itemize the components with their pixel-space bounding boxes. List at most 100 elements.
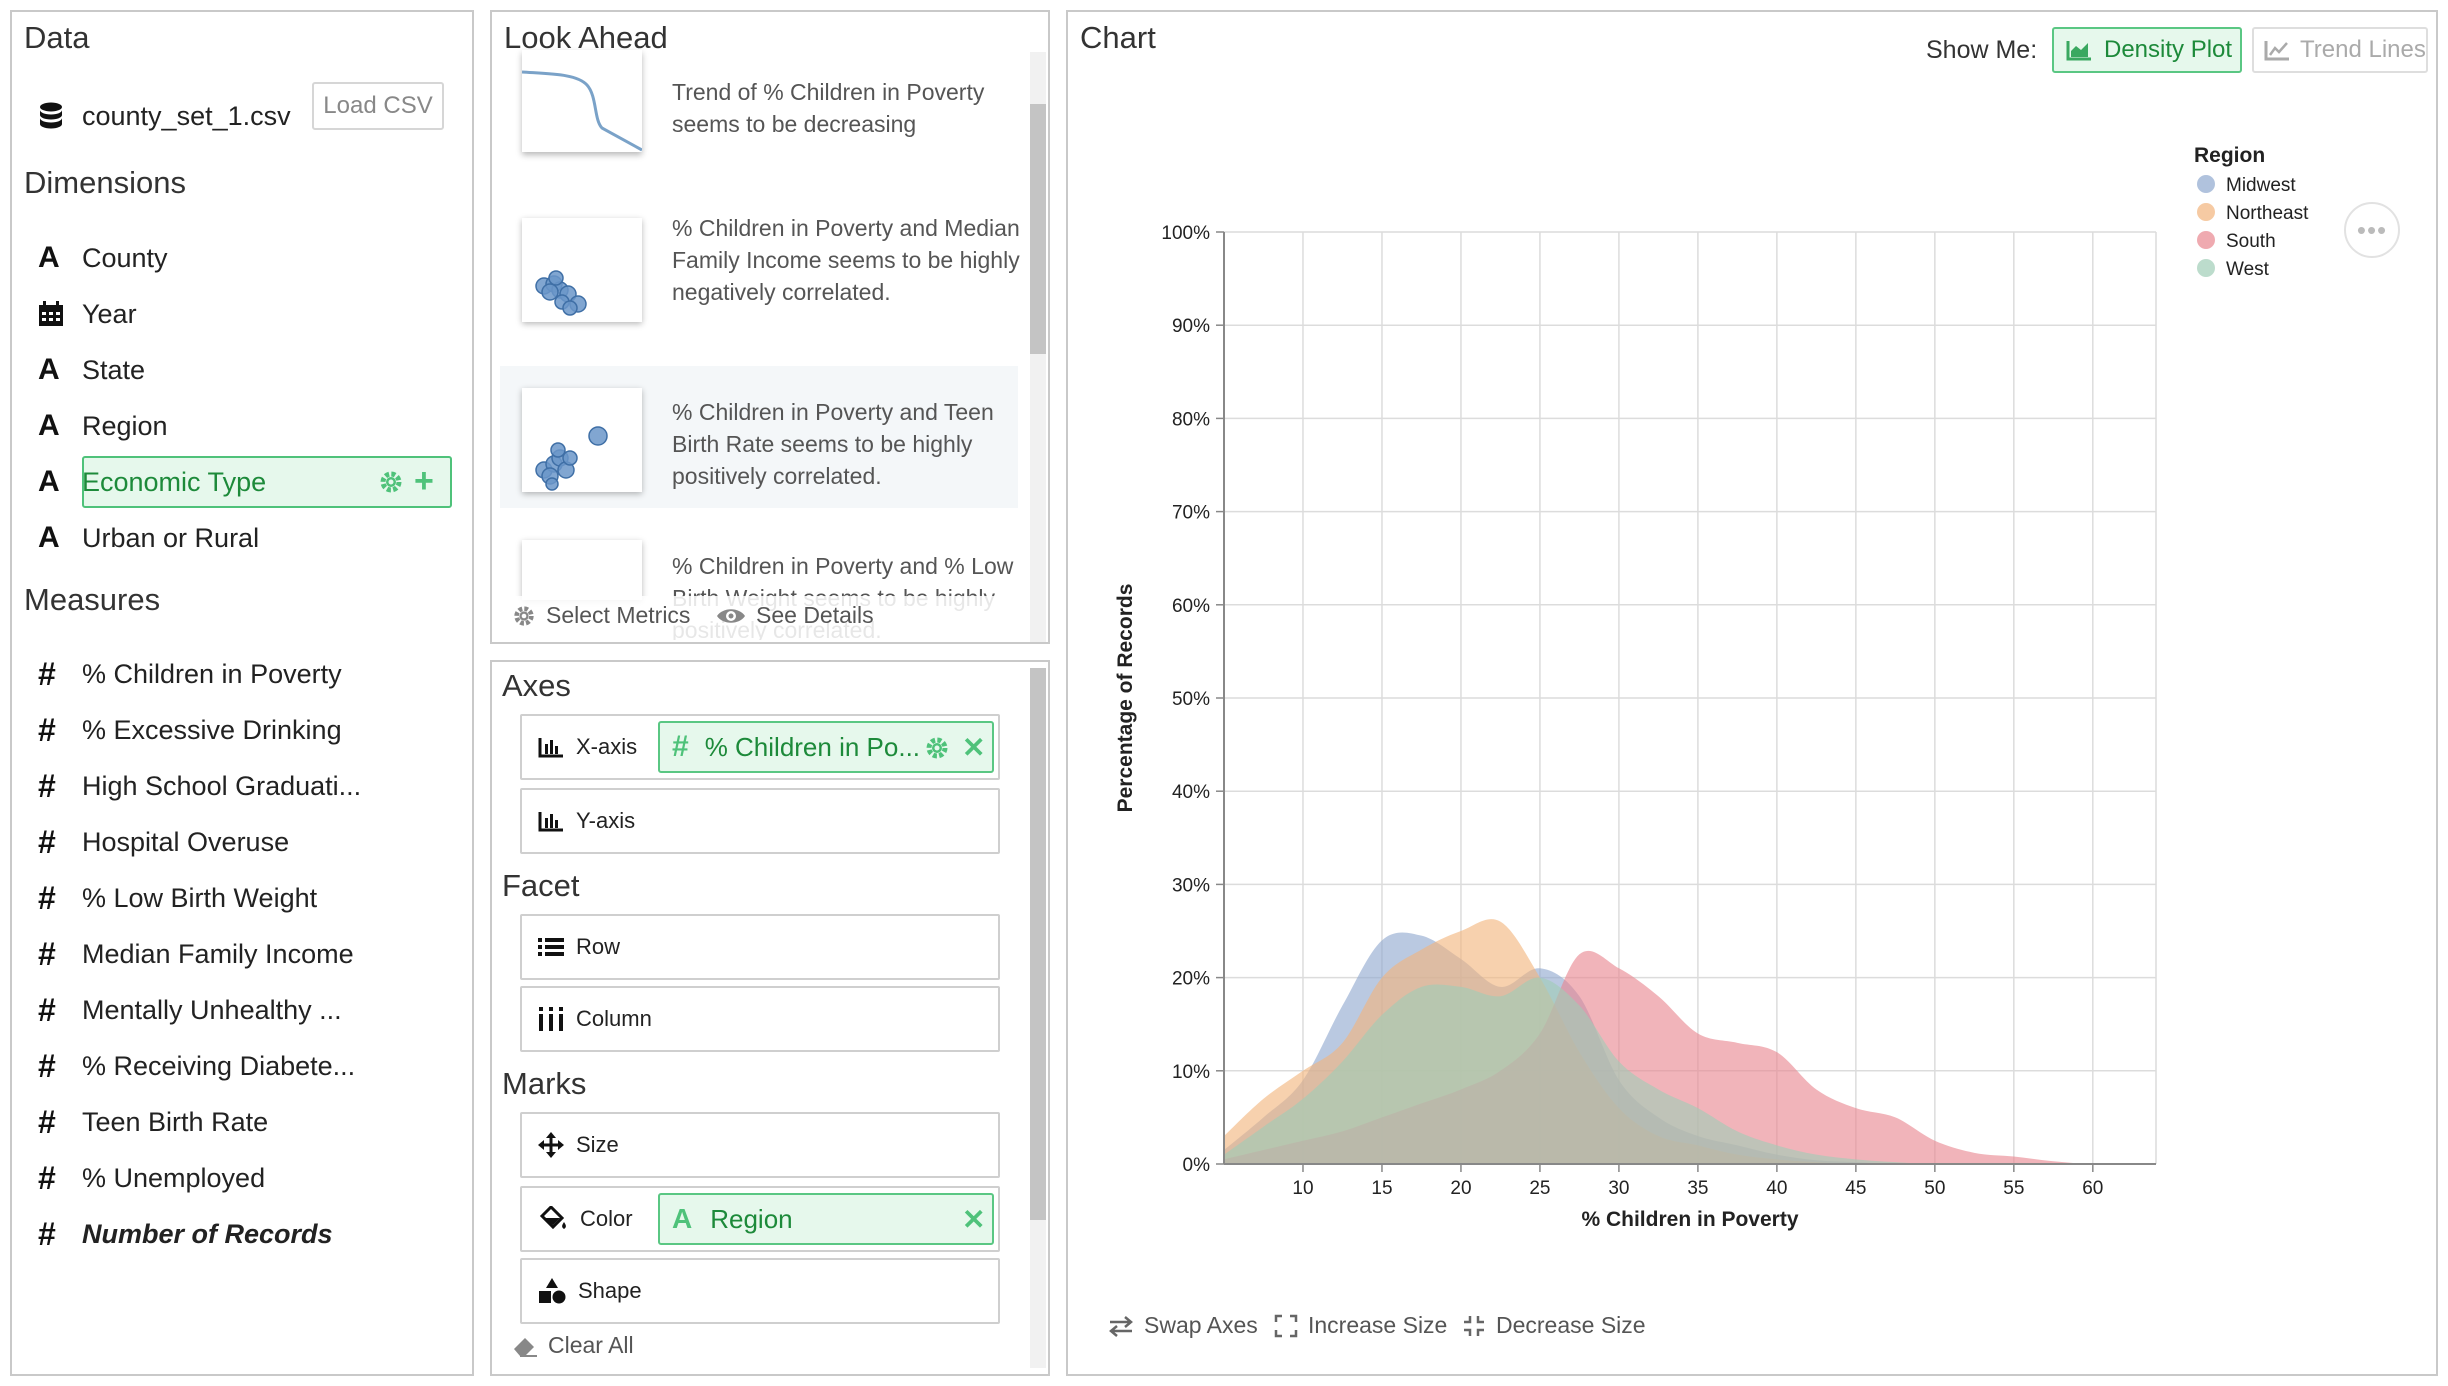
- chart-panel-title: Chart: [1080, 20, 1156, 55]
- axes-heading: Axes: [502, 668, 571, 703]
- measure-item[interactable]: # Mentally Unhealthy ...: [38, 986, 342, 1034]
- legend-title: Region: [2194, 144, 2265, 167]
- dimension-label: State: [82, 354, 146, 385]
- bar-chart-icon: [538, 738, 563, 758]
- measure-item[interactable]: # Median Family Income: [38, 930, 354, 978]
- y-tick-label: 70%: [1172, 503, 1210, 524]
- gear-icon[interactable]: [378, 469, 404, 502]
- legend-swatch: [2197, 259, 2215, 277]
- color-field-label: Region: [710, 1203, 793, 1234]
- remove-icon[interactable]: ✕: [962, 731, 985, 764]
- paint-bucket-icon: [539, 1206, 566, 1230]
- increase-size-button[interactable]: Increase Size: [1274, 1312, 1447, 1339]
- clear-all-label: Clear All: [548, 1332, 634, 1358]
- row-shelf[interactable]: Row: [520, 914, 1000, 980]
- y-tick-label: 90%: [1172, 316, 1210, 337]
- text-type-icon: A: [38, 241, 60, 274]
- y-axis-label: Y-axis: [576, 808, 636, 833]
- scatter-thumbnail: [522, 218, 642, 322]
- y-tick-label: 10%: [1172, 1062, 1210, 1083]
- expand-icon: [1274, 1314, 1298, 1337]
- dimension-label: Economic Type: [82, 466, 267, 497]
- measure-item[interactable]: # Hospital Overuse: [38, 818, 289, 866]
- text-type-icon: A: [38, 353, 60, 386]
- measure-label: % Receiving Diabete...: [82, 1050, 356, 1081]
- scrollbar-thumb[interactable]: [1030, 104, 1046, 354]
- data-panel: Data county_set_1.csv Load CSV Dimension…: [10, 10, 474, 1376]
- decrease-size-button[interactable]: Decrease Size: [1462, 1312, 1646, 1339]
- marks-heading: Marks: [502, 1066, 587, 1101]
- number-type-icon: #: [672, 730, 689, 763]
- y-axis-title: Percentage of Records: [1114, 584, 1137, 813]
- file-name: county_set_1.csv: [82, 100, 291, 131]
- measure-item-number-of-records[interactable]: # Number of Records: [38, 1210, 333, 1258]
- shapes-icon: [539, 1278, 566, 1304]
- see-details-button[interactable]: See Details: [716, 602, 874, 629]
- y-tick-label: 40%: [1172, 782, 1210, 803]
- shape-shelf[interactable]: Shape: [520, 1258, 1000, 1324]
- measure-label: Number of Records: [82, 1218, 333, 1249]
- remove-icon[interactable]: ✕: [962, 1203, 985, 1236]
- column-shelf[interactable]: Column: [520, 986, 1000, 1052]
- dimension-item-year[interactable]: Year: [38, 290, 137, 338]
- dimension-item-region[interactable]: A Region: [38, 402, 168, 450]
- number-type-icon: #: [38, 767, 56, 804]
- y-axis-shelf[interactable]: Y-axis: [520, 788, 1000, 854]
- shape-label: Shape: [578, 1278, 642, 1303]
- measure-item[interactable]: # % Excessive Drinking: [38, 706, 342, 754]
- add-icon[interactable]: +: [414, 462, 434, 501]
- dimension-item-state[interactable]: A State: [38, 346, 145, 394]
- measure-label: % Unemployed: [82, 1162, 266, 1193]
- column-label: Column: [576, 1006, 652, 1031]
- x-axis-field-pill[interactable]: # % Children in Po... ✕: [658, 721, 994, 773]
- measure-item[interactable]: # % Receiving Diabete...: [38, 1042, 355, 1090]
- scatter-thumbnail: [522, 388, 642, 492]
- measure-label: % Children in Poverty: [82, 658, 342, 689]
- x-tick-label: 55: [2003, 1178, 2024, 1199]
- color-label: Color: [580, 1206, 633, 1231]
- size-shelf[interactable]: Size: [520, 1112, 1000, 1178]
- density-chart: 0% 10% 20% 30% 40% 50% 60% 70% 80% 90% 100% 10 15 20 2…: [1114, 144, 2309, 1231]
- x-axis-field-label: % Children in Po...: [704, 731, 921, 762]
- x-tick-label: 15: [1371, 1178, 1392, 1199]
- measure-item[interactable]: # % Low Birth Weight: [38, 874, 317, 922]
- measure-item[interactable]: # Teen Birth Rate: [38, 1098, 268, 1146]
- move-arrows-icon: [538, 1132, 564, 1158]
- legend-swatch: [2197, 175, 2215, 193]
- clear-all-button[interactable]: Clear All: [512, 1332, 634, 1359]
- area-chart-icon: [2066, 41, 2091, 61]
- trend-lines-button[interactable]: Trend Lines: [2252, 27, 2428, 73]
- scrollbar-thumb[interactable]: [1030, 668, 1046, 1220]
- dimension-item-economic-type[interactable]: A Economic Type +: [38, 458, 452, 506]
- y-tick-label: 30%: [1172, 875, 1210, 896]
- dimension-item-urban-or-rural[interactable]: A Urban or Rural: [38, 514, 259, 562]
- text-type-icon: A: [672, 1203, 693, 1234]
- legend-swatch: [2197, 231, 2215, 249]
- measure-item[interactable]: # High School Graduati...: [38, 762, 361, 810]
- measure-item[interactable]: # % Unemployed: [38, 1154, 265, 1202]
- measure-item[interactable]: # % Children in Poverty: [38, 650, 342, 698]
- x-tick-label: 20: [1450, 1178, 1471, 1199]
- increase-size-label: Increase Size: [1308, 1312, 1448, 1338]
- swap-axes-button[interactable]: Swap Axes: [1108, 1312, 1258, 1339]
- x-tick-label: 30: [1608, 1178, 1629, 1199]
- decrease-size-label: Decrease Size: [1496, 1312, 1646, 1338]
- dimension-item-county[interactable]: A County: [38, 234, 168, 282]
- x-tick-label: 10: [1292, 1178, 1313, 1199]
- gear-icon[interactable]: [924, 735, 950, 768]
- x-tick-label: 60: [2082, 1178, 2103, 1199]
- density-plot-label: Density Plot: [2104, 36, 2233, 63]
- density-plot-button[interactable]: Density Plot: [2052, 27, 2242, 73]
- select-metrics-button[interactable]: Select Metrics: [512, 602, 690, 629]
- trend-thumbnail: [521, 50, 643, 152]
- number-type-icon: #: [38, 1103, 56, 1140]
- dimension-label: County: [82, 242, 168, 273]
- x-axis-label: X-axis: [576, 734, 638, 759]
- measure-label: % Excessive Drinking: [82, 714, 342, 745]
- text-type-icon: A: [38, 465, 60, 498]
- measure-label: % Low Birth Weight: [82, 882, 318, 913]
- load-csv-button[interactable]: Load CSV: [312, 82, 444, 130]
- number-type-icon: #: [38, 1215, 56, 1252]
- color-field-pill[interactable]: A Region ✕: [658, 1193, 994, 1245]
- x-tick-label: 35: [1687, 1178, 1708, 1199]
